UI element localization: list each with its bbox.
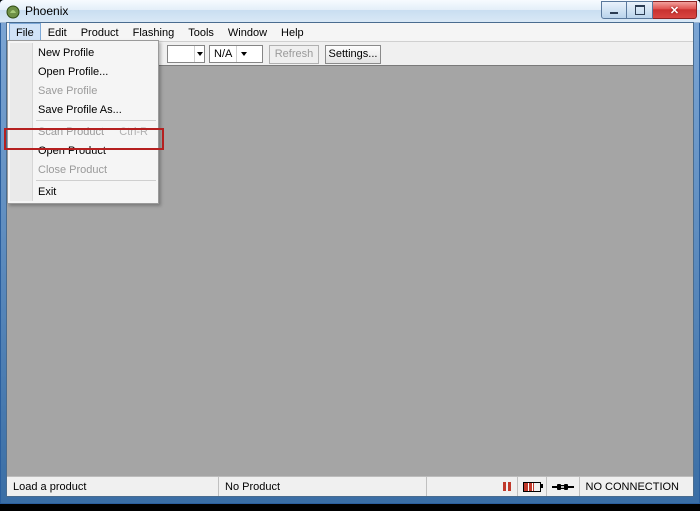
menu-item-label: New Profile bbox=[38, 47, 94, 59]
menu-item-open-profile[interactable]: Open Profile... bbox=[10, 62, 156, 81]
toolbar-combo-1[interactable] bbox=[167, 45, 205, 63]
status-right: NO CONNECTION bbox=[497, 477, 694, 496]
menu-item-close-product[interactable]: Close Product bbox=[10, 160, 156, 179]
refresh-button[interactable]: Refresh bbox=[269, 45, 319, 64]
close-button[interactable]: ✕ bbox=[653, 1, 697, 19]
menu-item-label: Open Product bbox=[38, 145, 106, 157]
window-title: Phoenix bbox=[25, 4, 601, 18]
minimize-button[interactable] bbox=[601, 1, 627, 19]
menu-item-label: Exit bbox=[38, 186, 56, 198]
menu-separator bbox=[36, 120, 156, 121]
menu-edit[interactable]: Edit bbox=[41, 23, 74, 41]
minimize-icon bbox=[610, 12, 618, 14]
status-connection: NO CONNECTION bbox=[580, 477, 694, 496]
plug-icon bbox=[552, 482, 574, 492]
chevron-down-icon bbox=[236, 46, 251, 62]
settings-button[interactable]: Settings... bbox=[325, 45, 381, 64]
title-bar[interactable]: Phoenix ✕ bbox=[0, 0, 700, 23]
status-plug-icon bbox=[547, 477, 580, 496]
menu-flashing[interactable]: Flashing bbox=[126, 23, 182, 41]
menu-item-label: Close Product bbox=[38, 164, 107, 176]
menu-file[interactable]: File bbox=[9, 23, 41, 41]
menu-item-scan-product[interactable]: Scan Product Ctrl-R bbox=[10, 122, 156, 141]
menu-item-exit[interactable]: Exit bbox=[10, 182, 156, 201]
menu-product[interactable]: Product bbox=[74, 23, 126, 41]
menu-item-label: Open Profile... bbox=[38, 66, 108, 78]
menu-item-label: Save Profile As... bbox=[38, 104, 122, 116]
menu-item-open-product[interactable]: Open Product bbox=[10, 141, 156, 160]
maximize-button[interactable] bbox=[627, 1, 653, 19]
menu-item-label: Save Profile bbox=[38, 85, 97, 97]
menu-help[interactable]: Help bbox=[274, 23, 311, 41]
toolbar-combo-2[interactable]: N/A bbox=[209, 45, 263, 63]
close-icon: ✕ bbox=[670, 4, 679, 17]
menu-item-label: Scan Product bbox=[38, 126, 104, 138]
menu-item-save-profile[interactable]: Save Profile bbox=[10, 81, 156, 100]
pause-icon bbox=[503, 482, 511, 491]
window-controls: ✕ bbox=[601, 1, 697, 20]
file-dropdown: New Profile Open Profile... Save Profile… bbox=[7, 40, 159, 204]
status-bar: Load a product No Product bbox=[7, 476, 693, 496]
status-pause-icon bbox=[497, 477, 518, 496]
chevron-down-icon bbox=[194, 46, 204, 62]
menu-item-save-profile-as[interactable]: Save Profile As... bbox=[10, 100, 156, 119]
toolbar-combo-2-value: N/A bbox=[210, 48, 236, 60]
menu-item-new-profile[interactable]: New Profile bbox=[10, 43, 156, 62]
menu-window[interactable]: Window bbox=[221, 23, 274, 41]
menu-separator bbox=[36, 180, 156, 181]
menu-tools[interactable]: Tools bbox=[181, 23, 221, 41]
menu-item-shortcut: Ctrl-R bbox=[119, 126, 148, 138]
battery-icon bbox=[523, 482, 541, 492]
app-icon bbox=[5, 3, 21, 19]
status-center: No Product bbox=[219, 477, 427, 496]
status-left: Load a product bbox=[7, 477, 219, 496]
maximize-icon bbox=[635, 5, 645, 15]
status-battery-icon bbox=[518, 477, 547, 496]
